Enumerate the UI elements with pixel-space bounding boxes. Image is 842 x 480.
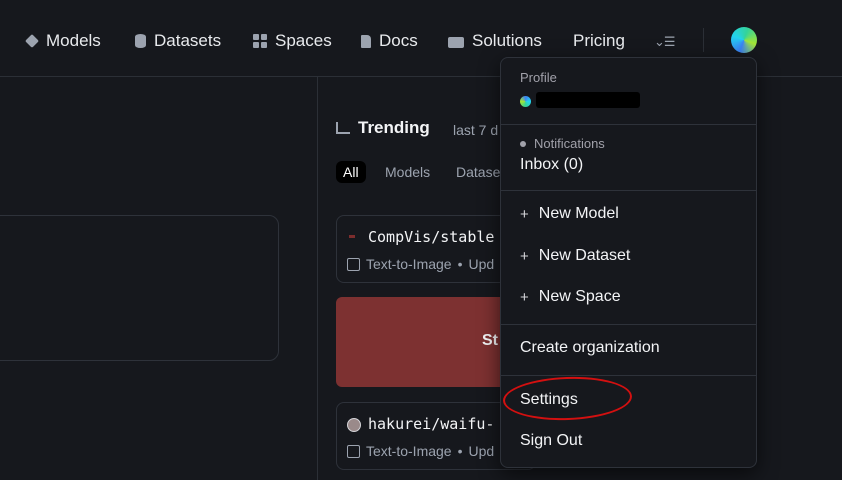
grid-icon — [253, 34, 267, 48]
org-logo-icon — [349, 235, 355, 238]
sign-out-item[interactable]: Sign Out — [520, 432, 582, 450]
filter-models-tab[interactable]: Models — [385, 161, 430, 183]
nav-solutions-label: Solutions — [472, 31, 542, 50]
model-name[interactable]: CompVis/stable — [368, 228, 494, 246]
new-model-item[interactable]: + New Model — [520, 205, 619, 223]
model-task: Text-to-Image — [366, 443, 452, 459]
new-space-item[interactable]: + New Space — [520, 288, 621, 306]
filter-all-tab[interactable]: All — [336, 161, 366, 183]
banner-text: St — [482, 332, 498, 349]
filter-datasets-tab[interactable]: Datase — [456, 161, 500, 183]
text-to-image-icon — [347, 444, 360, 458]
menu-divider — [501, 324, 756, 325]
user-avatar[interactable] — [731, 27, 757, 53]
inbox-link[interactable]: Inbox (0) — [520, 156, 583, 174]
trending-chart-icon — [336, 122, 350, 134]
profile-label: Profile — [520, 70, 557, 85]
database-icon — [135, 34, 146, 48]
model-meta: Text-to-Image • Upd — [347, 256, 494, 272]
nav-models-link[interactable]: Models — [25, 30, 101, 52]
nav-datasets-label: Datasets — [154, 31, 222, 50]
redacted-username[interactable] — [536, 92, 640, 108]
menu-divider — [501, 375, 756, 376]
model-updated: Upd — [468, 256, 495, 272]
menu-divider — [501, 124, 756, 125]
model-task: Text-to-Image — [366, 256, 452, 272]
notifications-label: Notifications — [534, 136, 605, 151]
nav-docs-label: Docs — [379, 31, 418, 50]
doc-icon — [361, 34, 371, 48]
column-divider — [317, 77, 318, 480]
nav-spaces-link[interactable]: Spaces — [253, 30, 332, 52]
model-meta: Text-to-Image • Upd — [347, 443, 494, 459]
plus-icon: + — [520, 205, 529, 223]
model-updated: Upd — [468, 443, 495, 459]
nav-separator — [703, 28, 704, 52]
nav-spaces-label: Spaces — [275, 31, 332, 50]
nav-models-label: Models — [46, 31, 101, 50]
nav-solutions-link[interactable]: Solutions — [448, 30, 542, 52]
briefcase-icon — [448, 37, 464, 48]
text-to-image-icon — [347, 257, 360, 271]
trending-range-select[interactable]: last 7 d — [453, 122, 498, 138]
meta-separator: • — [457, 443, 463, 459]
nav-pricing-link[interactable]: Pricing — [573, 30, 625, 52]
plus-icon: + — [520, 288, 529, 306]
nav-docs-link[interactable]: Docs — [361, 30, 418, 52]
trending-header: Trending — [336, 118, 430, 138]
new-dataset-label: New Dataset — [538, 247, 631, 264]
nav-pricing-label: Pricing — [573, 31, 625, 50]
org-avatar-icon — [347, 418, 361, 432]
create-organization-item[interactable]: Create organization — [520, 339, 660, 357]
more-menu-icon[interactable]: ⌄☰ — [654, 34, 676, 50]
meta-separator: • — [457, 256, 463, 272]
trending-title: Trending — [358, 118, 430, 137]
plus-icon: + — [520, 247, 529, 265]
cube-icon — [25, 34, 39, 48]
profile-avatar-icon — [520, 96, 531, 107]
new-model-label: New Model — [538, 205, 619, 222]
left-content-card — [0, 215, 279, 361]
notification-dot-icon — [520, 141, 526, 147]
menu-divider — [501, 190, 756, 191]
nav-datasets-link[interactable]: Datasets — [135, 30, 221, 52]
model-name[interactable]: hakurei/waifu- — [368, 415, 494, 433]
new-dataset-item[interactable]: + New Dataset — [520, 247, 630, 265]
new-space-label: New Space — [538, 288, 621, 305]
